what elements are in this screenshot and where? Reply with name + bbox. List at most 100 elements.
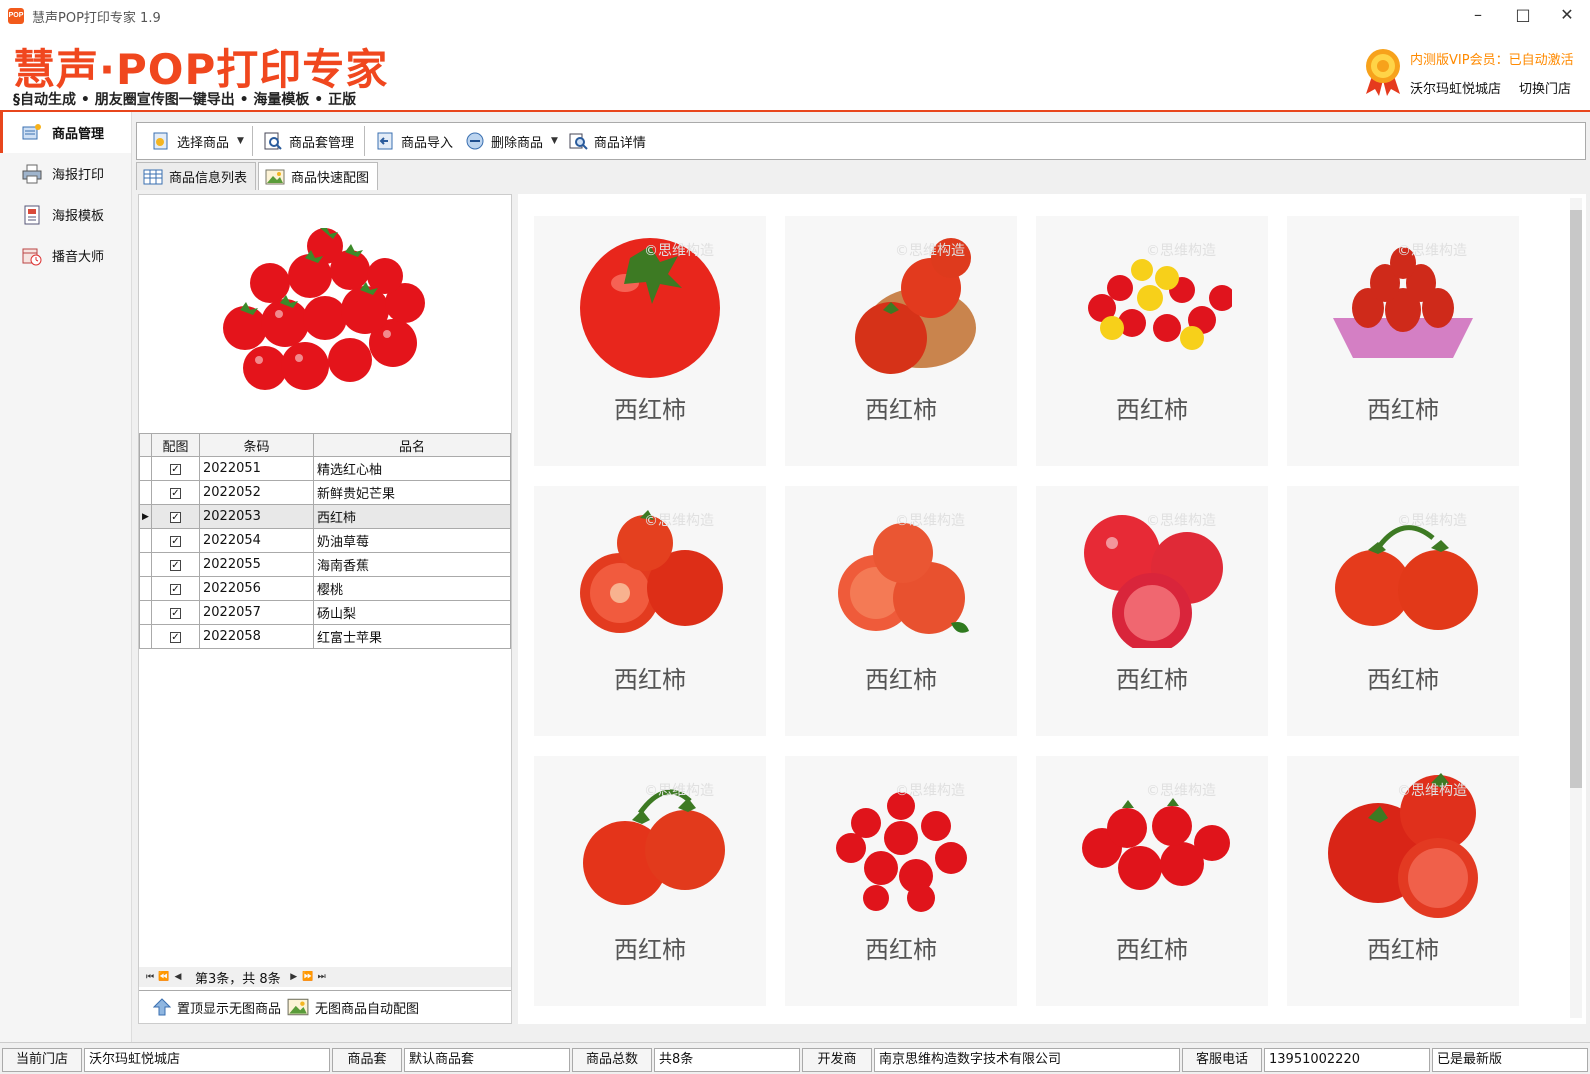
minimize-button[interactable]: – [1455,0,1501,32]
image-candidate-card[interactable]: ©思维构造 西红柿 [785,216,1017,466]
goods-set-manage-button[interactable]: 商品套管理 [257,126,360,156]
auto-match-image-button[interactable]: 无图商品自动配图 [287,998,419,1017]
table-row[interactable]: ✓ 2022054 奶油草莓 [139,528,511,553]
status-store-value: 沃尔玛虹悦城店 [84,1048,330,1072]
status-set-value: 默认商品套 [404,1048,570,1072]
barcode-cell[interactable]: 2022057 [199,600,314,625]
delete-dropdown-icon[interactable]: ▼ [551,136,558,146]
prev-page-button[interactable]: ⏪ [157,969,171,985]
maximize-button[interactable]: □ [1500,0,1546,32]
switch-store-link[interactable]: 切换门店 [1519,78,1571,97]
product-name-cell[interactable]: 西红柿 [313,504,511,529]
image-candidate-card[interactable]: ©思维构造 西红柿 [1036,486,1268,736]
goods-details-button[interactable]: 商品详情 [562,126,652,156]
app-header: 慧声·POP打印专家 §自动生成 • 朋友圈宣传图一键导出 • 海量模板 • 正… [0,32,1590,112]
image-checkbox-cell[interactable]: ✓ [151,552,200,577]
checkbox[interactable]: ✓ [170,488,181,499]
image-candidate-card[interactable]: ©思维构造 西红柿 [785,756,1017,1006]
image-label: 西红柿 [614,936,686,964]
barcode-cell[interactable]: 2022054 [199,528,314,553]
image-candidate-card[interactable]: ©思维构造 西红柿 [785,486,1017,736]
image-checkbox-cell[interactable]: ✓ [151,504,200,529]
nav-label: 播音大师 [52,250,105,265]
barcode-cell[interactable]: 2022052 [199,480,314,505]
column-header-name[interactable]: 品名 [313,433,511,457]
image-candidate-card[interactable]: ©思维构造 西红柿 [1287,486,1519,736]
product-name-cell[interactable]: 樱桃 [313,576,511,601]
barcode-cell[interactable]: 2022058 [199,624,314,649]
image-candidate-card[interactable]: ©思维构造 西红柿 [534,486,766,736]
watermark-text: ©思维构造 [895,243,965,259]
barcode-cell[interactable]: 2022053 [199,504,314,529]
checkbox[interactable]: ✓ [170,584,181,595]
table-row[interactable]: ✓ 2022057 砀山梨 [139,600,511,625]
product-name-cell[interactable]: 精选红心柚 [313,456,511,481]
barcode-cell[interactable]: 2022051 [199,456,314,481]
product-name-cell[interactable]: 砀山梨 [313,600,511,625]
last-record-button[interactable]: ⏭ [315,969,329,985]
image-label: 西红柿 [614,666,686,694]
product-name-cell[interactable]: 红富士苹果 [313,624,511,649]
nav-label: 商品管理 [52,127,105,142]
goods-preview-image [139,195,511,431]
status-total-label: 商品总数 [572,1048,652,1072]
barcode-cell[interactable]: 2022055 [199,552,314,577]
checkbox[interactable]: ✓ [170,560,181,571]
product-name-cell[interactable]: 奶油草莓 [313,528,511,553]
table-row[interactable]: ✓ 2022055 海南香蕉 [139,552,511,577]
import-icon [377,132,393,150]
watermark-text: ©思维构造 [644,783,714,799]
nav-item-poster-print[interactable]: 海报打印 [0,153,131,194]
nav-item-poster-template[interactable]: 海报模板 [0,194,131,235]
image-candidate-card[interactable]: ©思维构造 西红柿 [534,216,766,466]
checkbox[interactable]: ✓ [170,512,181,523]
import-goods-button[interactable]: 商品导入 [369,126,459,156]
barcode-cell[interactable]: 2022056 [199,576,314,601]
table-row[interactable]: ✓ 2022052 新鲜贵妃芒果 [139,480,511,505]
table-row[interactable]: ✓ 2022051 精选红心柚 [139,456,511,481]
close-button[interactable]: ✕ [1544,0,1590,32]
checkbox[interactable]: ✓ [170,608,181,619]
nav-item-product-manage[interactable]: 商品管理 [0,112,131,153]
image-checkbox-cell[interactable]: ✓ [151,528,200,553]
next-record-button[interactable]: ▶ [287,969,301,985]
top-no-image-button[interactable]: 置顶显示无图商品 [153,997,281,1017]
scrollbar-thumb[interactable] [1570,210,1582,788]
checkbox[interactable]: ✓ [170,632,181,643]
select-goods-button[interactable]: 选择商品 [145,126,235,156]
checkbox[interactable]: ✓ [170,464,181,475]
nav-item-broadcast-master[interactable]: 播音大师 [0,235,131,276]
first-record-button[interactable]: ⏮ [143,969,157,985]
image-checkbox-cell[interactable]: ✓ [151,456,200,481]
goods-set-label: 商品套管理 [288,135,354,151]
checkbox[interactable]: ✓ [170,536,181,547]
image-checkbox-cell[interactable]: ✓ [151,624,200,649]
tab-quick-image[interactable]: 商品快速配图 [258,162,379,190]
column-header-code[interactable]: 条码 [199,433,314,457]
tab-label: 商品信息列表 [169,171,248,186]
delete-goods-button[interactable]: 删除商品 [459,126,549,156]
select-goods-dropdown-icon[interactable]: ▼ [237,136,244,146]
image-checkbox-cell[interactable]: ✓ [151,576,200,601]
app-logo: 慧声·POP打印专家 [13,45,389,94]
column-header-image[interactable]: 配图 [151,433,200,457]
image-candidate-card[interactable]: ©思维构造 西红柿 [1287,756,1519,1006]
table-row[interactable]: ✓ 2022058 红富士苹果 [139,624,511,649]
image-candidate-card[interactable]: ©思维构造 西红柿 [1036,216,1268,466]
image-checkbox-cell[interactable]: ✓ [151,480,200,505]
vertical-scrollbar[interactable] [1570,198,1582,1018]
table-row[interactable]: ▶ ✓ 2022053 西红柿 [139,504,511,529]
picture-icon [287,998,309,1016]
product-name-cell[interactable]: 海南香蕉 [313,552,511,577]
image-candidate-card[interactable]: ©思维构造 西红柿 [1036,756,1268,1006]
table-row[interactable]: ✓ 2022056 樱桃 [139,576,511,601]
select-goods-label: 选择商品 [177,135,230,151]
tab-goods-list[interactable]: 商品信息列表 [136,162,257,190]
image-candidate-card[interactable]: ©思维构造 西红柿 [1287,216,1519,466]
prev-record-button[interactable]: ◀ [171,969,185,985]
image-checkbox-cell[interactable]: ✓ [151,600,200,625]
watermark-text: ©思维构造 [895,513,965,529]
image-candidate-card[interactable]: ©思维构造西红柿 [534,756,766,1006]
product-name-cell[interactable]: 新鲜贵妃芒果 [313,480,511,505]
next-page-button[interactable]: ⏩ [301,969,315,985]
